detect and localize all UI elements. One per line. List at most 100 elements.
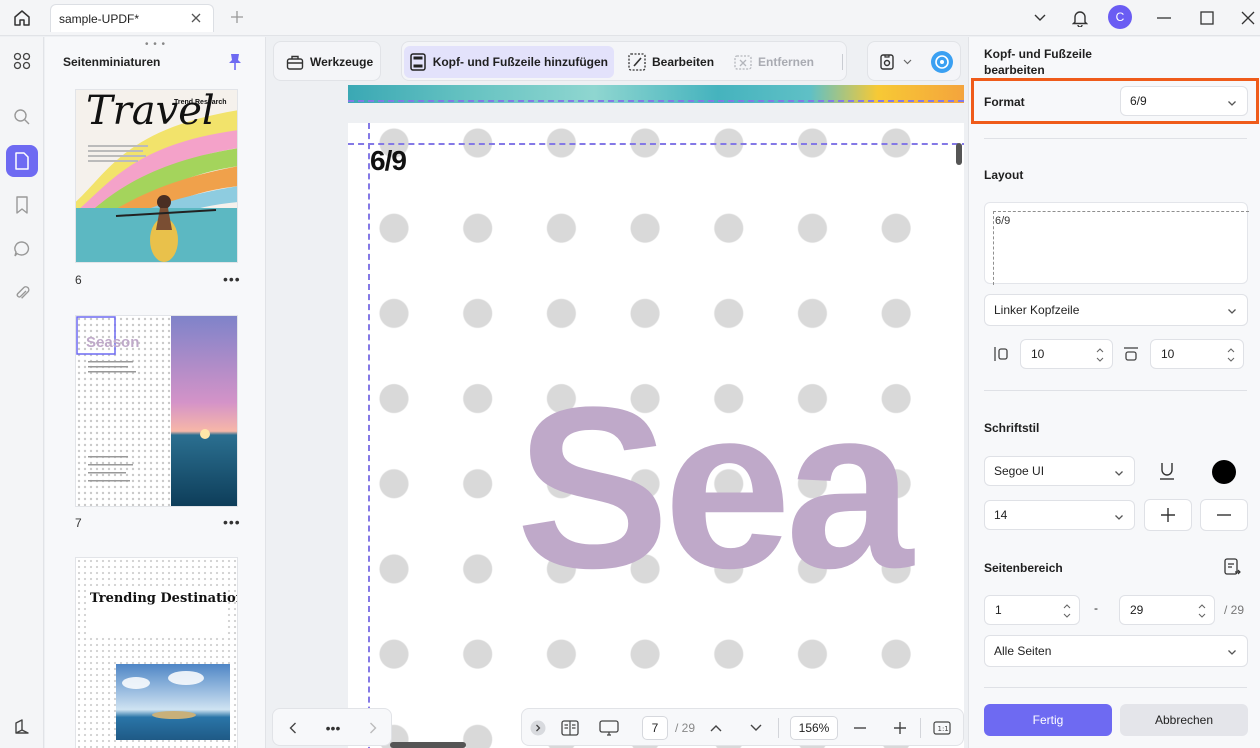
tools-group: Werkzeuge	[273, 41, 381, 81]
decrease-size-button[interactable]	[1200, 499, 1248, 531]
page-range-settings-icon[interactable]	[1222, 557, 1242, 577]
format-label: Format	[984, 95, 1025, 109]
range-from-input[interactable]: 1	[984, 595, 1080, 625]
bookmark-icon[interactable]	[6, 189, 38, 221]
section-divider	[984, 138, 1247, 139]
comments-icon[interactable]	[6, 233, 38, 265]
preview-margin-guide	[993, 211, 994, 285]
done-button[interactable]: Fertig	[984, 704, 1112, 736]
font-color-swatch[interactable]	[1212, 460, 1236, 484]
footer-guide-line	[348, 100, 964, 102]
ai-assistant-icon	[930, 50, 954, 74]
chevron-down-icon	[1227, 646, 1237, 656]
cancel-button[interactable]: Abbrechen	[1120, 704, 1248, 736]
stepper-arrows-icon[interactable]	[1227, 346, 1235, 364]
section-divider	[984, 390, 1247, 391]
font-size-value: 14	[994, 508, 1008, 522]
stepper-arrows-icon[interactable]	[1063, 602, 1071, 620]
vertical-scrollbar[interactable]	[956, 143, 962, 165]
pin-icon[interactable]	[227, 53, 243, 71]
zoom-in-icon[interactable]	[892, 718, 908, 738]
page-thumbnail[interactable]: Trending Destinations	[75, 557, 238, 748]
document-canvas[interactable]: 6/9 Sea	[270, 85, 964, 748]
close-window-icon[interactable]	[1236, 6, 1260, 30]
document-tab[interactable]: sample-UPDF*	[50, 4, 214, 32]
collapse-arrow-icon[interactable]	[530, 718, 546, 738]
chevron-down-icon	[1114, 511, 1124, 521]
zoom-out-icon[interactable]	[852, 718, 868, 738]
top-margin-icon	[1123, 346, 1139, 362]
dropdown-chevron-icon[interactable]	[1028, 6, 1052, 30]
plus-icon	[1161, 508, 1175, 522]
document-page[interactable]: 6/9 Sea	[348, 123, 964, 748]
close-tab-icon[interactable]	[189, 11, 203, 25]
thumbnail-more-icon[interactable]: •••	[223, 514, 241, 530]
presentation-icon[interactable]	[598, 718, 620, 738]
stepper-arrows-icon[interactable]	[1096, 346, 1104, 364]
thumbnail-page-number: 6	[75, 273, 82, 287]
range-to-input[interactable]: 29	[1119, 595, 1215, 625]
position-select[interactable]: Linker Kopfzeile	[984, 294, 1248, 326]
page-heading-text: Sea	[516, 359, 913, 616]
header-footer-icon	[410, 53, 427, 71]
page-down-icon[interactable]	[748, 718, 764, 738]
home-icon[interactable]	[10, 6, 34, 30]
panel-title: Kopf- und Fußzeile bearbeiten	[984, 47, 1092, 77]
page-layout-icon[interactable]	[560, 718, 580, 738]
actual-size-icon[interactable]: 1:1	[932, 718, 952, 738]
font-family-select[interactable]: Segoe UI	[984, 456, 1135, 486]
chevron-down-icon	[1114, 467, 1124, 477]
pages-select[interactable]: Alle Seiten	[984, 635, 1248, 667]
user-avatar[interactable]: C	[1108, 5, 1132, 29]
current-page-input[interactable]: 7	[642, 716, 668, 740]
remove-label: Entfernen	[758, 55, 815, 69]
page-thumbnails-icon[interactable]	[6, 145, 38, 177]
range-separator: -	[1094, 601, 1098, 615]
zoom-bar: 7 / 29 156% 1:1	[521, 708, 964, 746]
top-margin-input[interactable]: 10	[1150, 339, 1244, 369]
next-icon[interactable]	[363, 718, 383, 738]
total-pages-label: / 29	[674, 721, 695, 735]
increase-size-button[interactable]	[1144, 499, 1192, 531]
tools-button[interactable]: Werkzeuge	[280, 46, 379, 78]
thumb-travel-heading: Travel	[86, 90, 215, 134]
thumb-season-heading: Season	[86, 334, 139, 351]
ai-assistant-button[interactable]	[924, 46, 960, 78]
edit-label: Bearbeiten	[652, 55, 715, 69]
search-icon[interactable]	[6, 101, 38, 133]
font-family-value: Segoe UI	[994, 464, 1045, 478]
minimize-icon[interactable]	[1152, 6, 1176, 30]
toolbox-icon	[286, 53, 304, 71]
page-thumbnail[interactable]: Season	[75, 315, 238, 507]
thumbnail-more-icon[interactable]: •••	[223, 271, 241, 287]
panel-grip-icon[interactable]: • • •	[145, 39, 166, 50]
edit-button[interactable]: Bearbeiten	[622, 46, 720, 78]
title-bar: sample-UPDF* C	[0, 0, 1260, 36]
notification-bell-icon[interactable]	[1068, 6, 1092, 30]
destinations-thumbnail-image: Trending Destinations	[76, 558, 237, 748]
main-toolbar: Werkzeuge Kopf- und Fußzeile hinzufügen …	[270, 37, 964, 85]
attachment-icon[interactable]	[6, 277, 38, 309]
horizontal-scrollbar[interactable]	[390, 742, 466, 748]
page-up-icon[interactable]	[708, 718, 724, 738]
thumbnail-panel: • • • Seitenminiaturen Travel Trend Rese…	[45, 37, 266, 748]
zoom-level-input[interactable]: 156%	[790, 716, 838, 740]
remove-button[interactable]: Entfernen	[728, 46, 820, 78]
format-select[interactable]: 6/9	[1120, 86, 1248, 116]
add-header-footer-button[interactable]: Kopf- und Fußzeile hinzufügen	[404, 46, 614, 78]
left-margin-input[interactable]: 10	[1020, 339, 1113, 369]
ocr-dropdown-button[interactable]	[872, 46, 918, 78]
layout-preview: 6/9	[984, 202, 1249, 285]
new-tab-icon[interactable]	[228, 8, 246, 26]
stepper-arrows-icon[interactable]	[1198, 602, 1206, 620]
apps-grid-icon[interactable]	[6, 45, 38, 77]
more-icon[interactable]: •••	[323, 718, 343, 738]
page-thumbnail[interactable]: Travel Trend Research	[75, 89, 238, 263]
maximize-icon[interactable]	[1195, 6, 1219, 30]
font-size-select[interactable]: 14	[984, 500, 1135, 530]
preview-header-guide	[993, 211, 1249, 212]
previous-icon[interactable]	[283, 718, 303, 738]
margin-guide-line	[368, 123, 370, 748]
underline-icon[interactable]	[1157, 461, 1177, 481]
layers-icon[interactable]	[6, 711, 38, 743]
